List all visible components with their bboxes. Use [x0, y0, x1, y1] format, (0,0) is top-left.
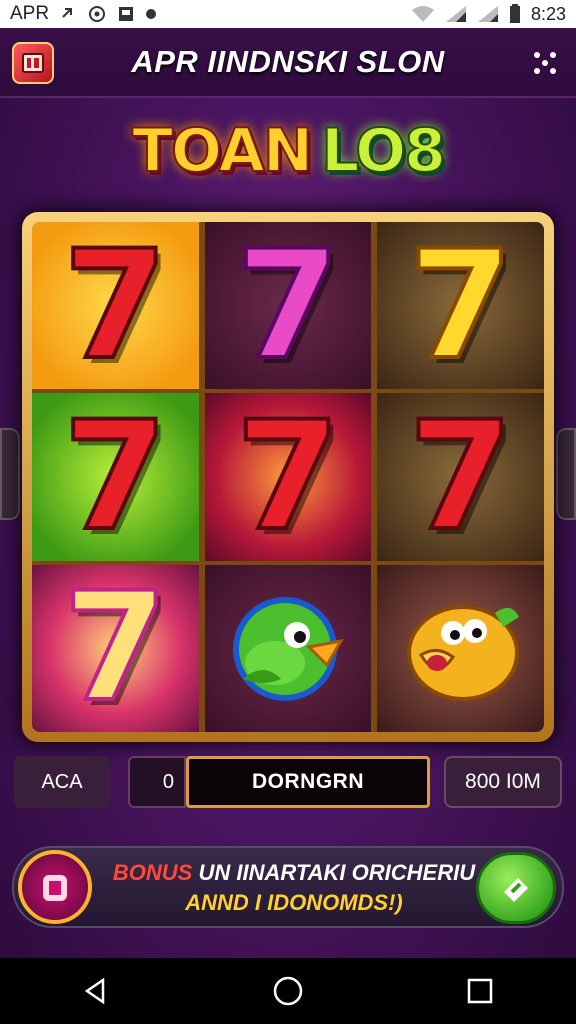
aca-button[interactable]: ACA [14, 756, 110, 808]
status-bar: APR 8:23 [0, 0, 576, 28]
seven-symbol: 7 [234, 393, 342, 561]
reel-3-cell-2[interactable]: 7 [377, 393, 544, 561]
clock: 8:23 [530, 3, 566, 24]
slot-machine-frame: 7 7 7 7 7 7 7 [22, 212, 554, 742]
status-display: DORNGRN [186, 756, 430, 808]
bonus-word: BONUS [112, 860, 193, 885]
reel-2-cell-2[interactable]: 7 [204, 393, 372, 561]
reel-3-cell-1[interactable]: 7 [377, 222, 544, 390]
bet-button[interactable]: 800 I0M [444, 756, 562, 808]
home-icon[interactable] [258, 961, 318, 1021]
bonus-banner: BONUS UN IINARTAKI ORICHERIU ANND I IDON… [12, 846, 564, 928]
seven-symbol: 7 [61, 222, 169, 390]
green-bird-icon [233, 597, 344, 702]
bonus-line-2: ANND I IDONOMDS!) [185, 890, 403, 915]
back-icon[interactable] [66, 961, 126, 1021]
seven-symbol: 7 [406, 222, 514, 390]
reel-2-cell-1[interactable]: 7 [204, 222, 372, 390]
reel-1-cell-2[interactable]: 7 [32, 393, 199, 561]
sync-icon [87, 4, 107, 24]
app-header: APR IINDNSKI SLON [0, 28, 576, 98]
reel-3: 7 7 [377, 222, 544, 732]
signal-icon [477, 5, 499, 23]
left-side-tab [0, 428, 20, 520]
bonus-line-1: UN IINARTAKI ORICHERIU [192, 860, 476, 885]
seven-symbol: 7 [406, 393, 514, 561]
game-logo-icon[interactable] [12, 42, 54, 84]
wifi-icon [411, 5, 435, 23]
status-right: 8:23 [411, 4, 566, 25]
bonus-badge-icon[interactable] [18, 850, 92, 924]
seven-symbol: 7 [61, 393, 169, 561]
image-icon [117, 5, 135, 23]
battery-icon [509, 4, 521, 24]
reels-container: 7 7 7 7 7 7 7 [32, 222, 544, 732]
reel-1: 7 7 7 [32, 222, 199, 732]
reel-1-cell-1[interactable]: 7 [32, 222, 199, 390]
game-title-part-b: LO8 [320, 115, 447, 187]
link-icon [59, 5, 77, 23]
seven-symbol: 7 [61, 564, 169, 732]
recents-icon[interactable] [450, 961, 510, 1021]
app-title: APR IINDNSKI SLON [131, 44, 445, 79]
signal-icon [445, 5, 467, 23]
yellow-bird-icon [406, 605, 519, 702]
status-left: APR [10, 3, 157, 25]
arrow-icon [504, 878, 528, 902]
count-display: 0 [128, 756, 186, 808]
game-title: TOAN LO8 [0, 105, 576, 197]
bonus-text: BONUS UN IINARTAKI ORICHERIU ANND I IDON… [106, 858, 482, 918]
grid-menu-icon[interactable] [528, 46, 562, 80]
reel-3-cell-3[interactable] [377, 564, 544, 732]
dot-icon [145, 8, 157, 20]
right-side-tab [556, 428, 576, 520]
controls-bar: ACA 0 DORNGRN 800 I0M [14, 756, 562, 808]
bonus-go-button[interactable] [476, 852, 556, 924]
carrier-label: APR [10, 3, 50, 24]
reel-2: 7 7 [204, 222, 372, 732]
system-nav-bar [0, 958, 576, 1024]
game-title-part-a: TOAN [131, 115, 314, 187]
reel-1-cell-3[interactable]: 7 [32, 564, 199, 732]
reel-2-cell-3[interactable] [204, 564, 372, 732]
seven-symbol: 7 [234, 222, 342, 390]
